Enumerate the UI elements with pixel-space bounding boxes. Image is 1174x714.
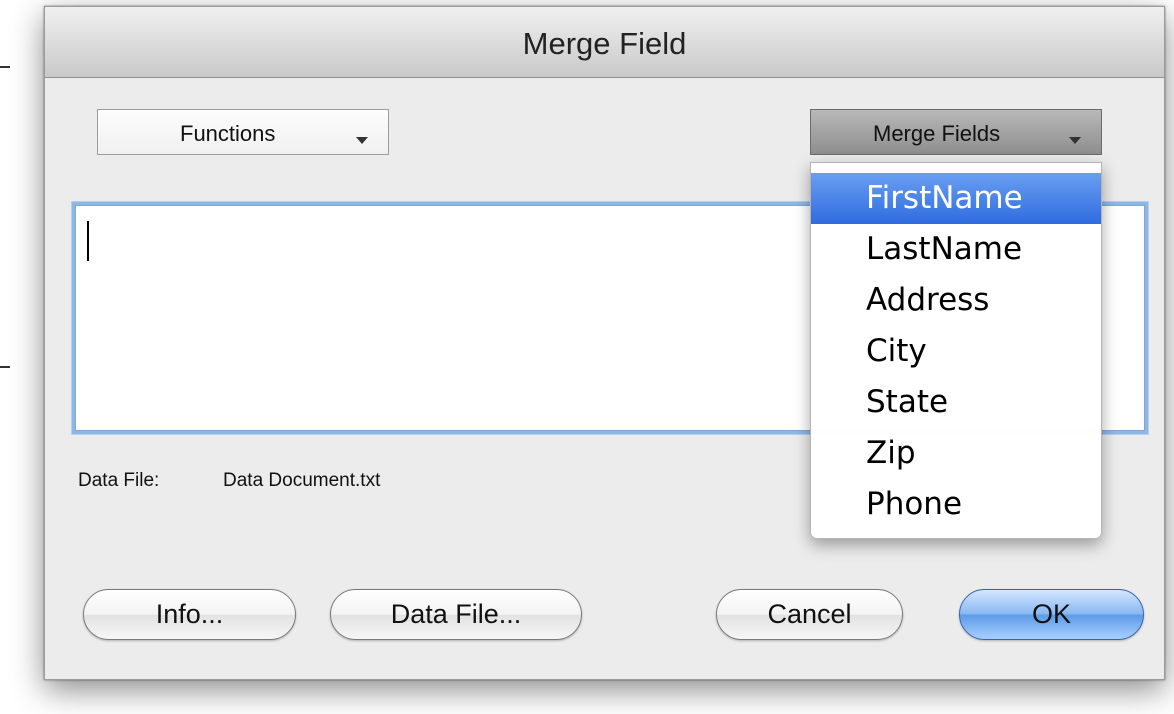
chevron-down-icon [356,137,368,144]
data-file-button[interactable]: Data File... [330,589,582,640]
chevron-down-icon [1069,137,1081,144]
background-window-edge [0,66,10,68]
menu-item-firstname[interactable]: FirstName [811,173,1101,224]
merge-fields-popup-button[interactable]: Merge Fields [810,109,1102,155]
ok-button[interactable]: OK [959,589,1144,640]
functions-popup-label: Functions [180,121,276,146]
menu-item-phone[interactable]: Phone [811,479,1101,530]
merge-fields-popup-label: Merge Fields [873,121,1001,146]
dialog-title: Merge Field [522,26,687,61]
data-file-label: Data File: [78,470,160,491]
menu-item-address[interactable]: Address [811,275,1101,326]
menu-item-zip[interactable]: Zip [811,428,1101,479]
menu-item-lastname[interactable]: LastName [811,224,1101,275]
merge-fields-menu: FirstName LastName Address City State Zi… [810,162,1102,539]
menu-item-city[interactable]: City [811,326,1101,377]
data-file-name: Data Document.txt [223,470,381,491]
screen: Merge Field Functions Merge Fields Data … [0,0,1174,714]
title-bar[interactable]: Merge Field [45,7,1164,78]
merge-fields-menu-list: FirstName LastName Address City State Zi… [811,173,1101,530]
menu-item-state[interactable]: State [811,377,1101,428]
cancel-button[interactable]: Cancel [716,589,903,640]
info-button[interactable]: Info... [83,589,296,640]
text-caret [87,221,89,261]
background-window-edge [0,366,10,368]
functions-popup-button[interactable]: Functions [97,109,389,155]
